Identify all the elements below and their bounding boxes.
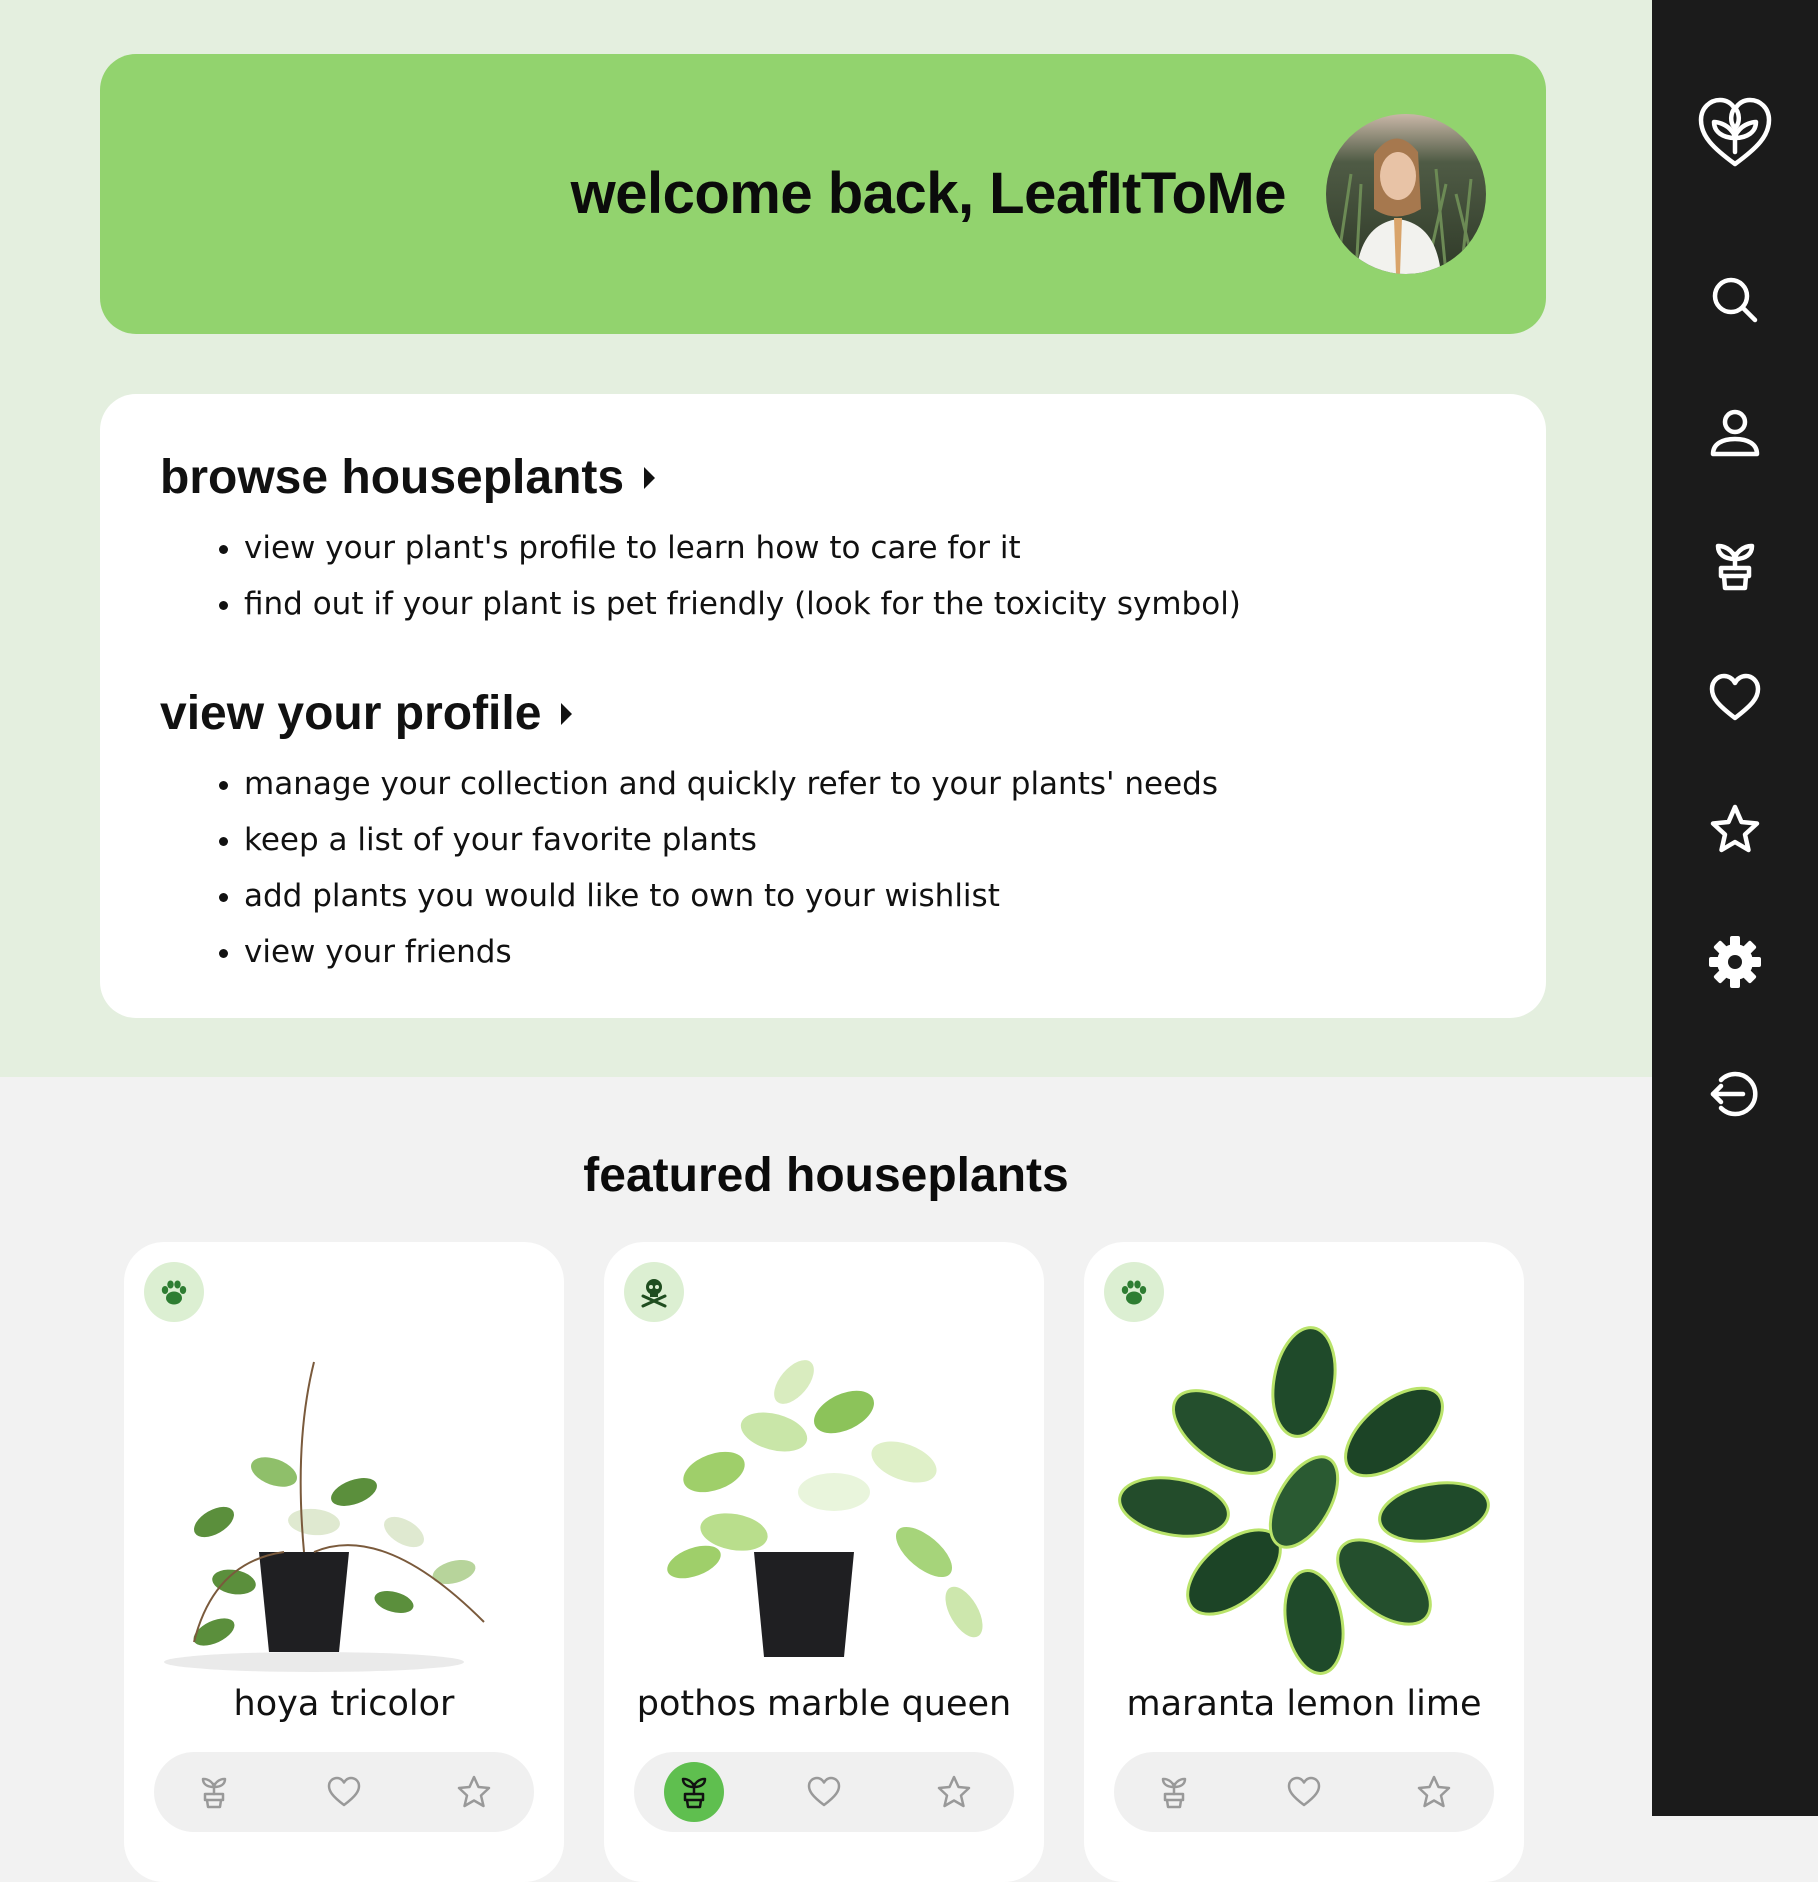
heart-icon xyxy=(807,1776,841,1807)
gear-icon xyxy=(1709,936,1761,988)
browse-bullets: view your plant's profile to learn how t… xyxy=(200,520,1241,632)
list-item: find out if your plant is pet friendly (… xyxy=(244,576,1241,632)
star-icon xyxy=(1710,804,1760,853)
heart-icon xyxy=(327,1776,361,1807)
plant-image xyxy=(667,1360,983,1657)
wishlist-button[interactable] xyxy=(1404,1762,1464,1822)
list-item: keep a list of your favorite plants xyxy=(244,812,1218,868)
skull-crossbones-icon xyxy=(641,1279,667,1308)
list-item: view your plant's profile to learn how t… xyxy=(244,520,1241,576)
plant-name: pothos marble queen xyxy=(636,1684,1012,1724)
favorite-button[interactable] xyxy=(794,1762,854,1822)
plant-card[interactable]: pothos marble queen xyxy=(604,1242,1044,1882)
collection-button[interactable] xyxy=(1707,538,1763,594)
welcome-banner: welcome back, LeafItToMe xyxy=(100,54,1546,334)
add-to-collection-button[interactable] xyxy=(664,1762,724,1822)
plant-pot-icon xyxy=(1715,543,1755,591)
toxic-badge xyxy=(624,1262,684,1322)
plant-pot-icon xyxy=(681,1777,707,1809)
settings-button[interactable] xyxy=(1707,934,1763,990)
star-icon xyxy=(1417,1775,1451,1808)
home-logo-button[interactable] xyxy=(1695,92,1775,172)
favorite-button[interactable] xyxy=(314,1762,374,1822)
heart-icon xyxy=(1709,673,1761,721)
logout-icon xyxy=(1710,1071,1758,1117)
avatar[interactable] xyxy=(1326,114,1486,274)
sidebar xyxy=(1652,0,1818,1816)
list-item: add plants you would like to own to your… xyxy=(244,868,1218,924)
heart-icon xyxy=(1287,1776,1321,1807)
plant-image xyxy=(1118,1326,1490,1675)
plant-image xyxy=(164,1361,485,1672)
wishlist-button[interactable] xyxy=(444,1762,504,1822)
profile-bullets: manage your collection and quickly refer… xyxy=(200,756,1218,980)
browse-houseplants-title: browse houseplants xyxy=(160,451,625,504)
logout-button[interactable] xyxy=(1707,1066,1763,1122)
profile-button[interactable] xyxy=(1707,406,1763,462)
featured-title: featured houseplants xyxy=(583,1149,1069,1202)
add-to-collection-button[interactable] xyxy=(184,1762,244,1822)
profile-icon xyxy=(1710,409,1760,457)
caret-right-icon xyxy=(561,702,573,725)
caret-right-icon xyxy=(644,466,656,489)
browse-houseplants-link[interactable]: browse houseplants xyxy=(160,450,656,505)
view-profile-link[interactable]: view your profile xyxy=(160,686,573,741)
paw-icon xyxy=(1121,1280,1147,1305)
plant-actions xyxy=(154,1752,534,1832)
plant-actions xyxy=(634,1752,1014,1832)
list-item: manage your collection and quickly refer… xyxy=(244,756,1218,812)
plant-pot-icon xyxy=(1161,1777,1187,1809)
favorite-button[interactable] xyxy=(1274,1762,1334,1822)
info-card: browse houseplants view your plant's pro… xyxy=(100,394,1546,1018)
plant-name: hoya tricolor xyxy=(233,1684,455,1724)
view-profile-title: view your profile xyxy=(160,687,542,740)
logo-icon xyxy=(1698,97,1772,167)
list-item: view your friends xyxy=(244,924,1218,980)
search-icon xyxy=(1712,277,1758,323)
plant-pot-icon xyxy=(201,1777,227,1809)
paw-icon xyxy=(161,1280,187,1305)
add-to-collection-button[interactable] xyxy=(1144,1762,1204,1822)
search-button[interactable] xyxy=(1707,272,1763,328)
plant-card[interactable]: maranta lemon lime xyxy=(1084,1242,1524,1882)
plant-card[interactable]: hoya tricolor xyxy=(124,1242,564,1882)
wishlist-button[interactable] xyxy=(1707,802,1763,858)
wishlist-button[interactable] xyxy=(924,1762,984,1822)
star-icon xyxy=(457,1775,491,1808)
star-icon xyxy=(937,1775,971,1808)
pet-friendly-badge xyxy=(144,1262,204,1322)
welcome-heading: welcome back, LeafItToMe xyxy=(570,161,1287,226)
plant-actions xyxy=(1114,1752,1494,1832)
plant-name: maranta lemon lime xyxy=(1126,1684,1482,1724)
pet-friendly-badge xyxy=(1104,1262,1164,1322)
favorites-button[interactable] xyxy=(1707,670,1763,726)
